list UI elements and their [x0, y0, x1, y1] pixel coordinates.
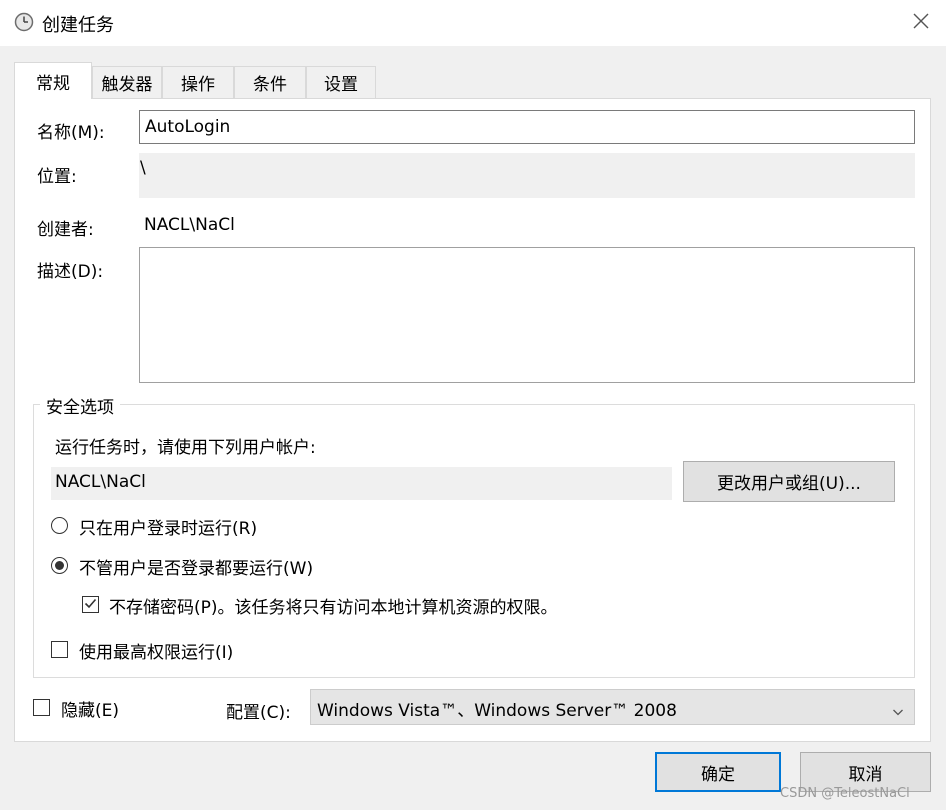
radio-whether-option[interactable]: 不管用户是否登录都要运行(W) [51, 556, 351, 579]
user-account-value: NACL\NaCl [55, 472, 146, 492]
tab-label: 操作 [181, 75, 215, 95]
radio-whether-label: 不管用户是否登录都要运行(W) [79, 559, 314, 579]
tab-settings[interactable]: 设置 [306, 66, 376, 98]
description-textarea[interactable] [139, 247, 915, 383]
no-store-password-label: 不存储密码(P)。该任务将只有访问本地计算机资源的权限。 [109, 598, 558, 618]
change-user-button-label: 更改用户或组(U)... [717, 474, 861, 494]
tab-label: 条件 [253, 75, 287, 95]
tab-label: 常规 [36, 73, 70, 94]
close-icon [913, 13, 929, 34]
radio-whether[interactable] [51, 557, 68, 574]
configure-select-value: Windows Vista™、Windows Server™ 2008 [317, 701, 677, 721]
watermark-text: CSDN @TeleostNaCl [780, 786, 910, 801]
tab-label: 设置 [324, 75, 358, 95]
name-input-value: AutoLogin [145, 117, 231, 137]
description-label: 描述(D): [37, 262, 104, 282]
tab-actions[interactable]: 操作 [162, 66, 234, 98]
window-title: 创建任务 [42, 15, 114, 36]
radio-logged-on-option[interactable]: 只在用户登录时运行(R) [51, 516, 331, 539]
ok-button-label: 确定 [701, 764, 735, 785]
checkmark-icon [84, 595, 97, 615]
cancel-button-label: 取消 [848, 764, 883, 785]
security-group-title: 安全选项 [40, 393, 120, 418]
highest-privileges-option[interactable]: 使用最高权限运行(I) [51, 640, 311, 663]
location-label: 位置: [37, 167, 77, 187]
chevron-down-icon [892, 702, 904, 722]
radio-selected-dot [55, 561, 64, 570]
hidden-checkbox[interactable] [33, 699, 50, 716]
name-input[interactable]: AutoLogin [139, 110, 915, 144]
title-bar: 创建任务 [0, 0, 946, 46]
location-field: \ [139, 153, 915, 198]
tab-label: 触发器 [101, 75, 153, 95]
configure-select[interactable]: Windows Vista™、Windows Server™ 2008 [310, 689, 915, 725]
radio-logged-on[interactable] [51, 517, 68, 534]
highest-privileges-label: 使用最高权限运行(I) [79, 643, 234, 663]
radio-logged-on-label: 只在用户登录时运行(R) [79, 519, 258, 539]
user-account-field: NACL\NaCl [51, 467, 672, 500]
author-label: 创建者: [37, 220, 94, 240]
configure-label: 配置(C): [226, 703, 291, 723]
run-as-prompt: 运行任务时，请使用下列用户帐户: [55, 438, 316, 458]
hidden-label: 隐藏(E) [61, 701, 120, 721]
change-user-button[interactable]: 更改用户或组(U)... [683, 461, 895, 502]
author-value: NACL\NaCl [144, 215, 235, 235]
name-label: 名称(M): [37, 123, 105, 143]
tab-conditions[interactable]: 条件 [234, 66, 306, 98]
no-store-password-checkbox[interactable] [82, 596, 99, 613]
tab-general[interactable]: 常规 [14, 62, 92, 99]
hidden-option[interactable]: 隐藏(E) [33, 698, 143, 721]
no-store-password-option[interactable]: 不存储密码(P)。该任务将只有访问本地计算机资源的权限。 [82, 595, 602, 618]
ok-button[interactable]: 确定 [655, 752, 781, 792]
highest-privileges-checkbox[interactable] [51, 641, 68, 658]
tab-triggers[interactable]: 触发器 [92, 66, 162, 98]
clock-icon [14, 12, 34, 32]
close-button[interactable] [896, 0, 946, 46]
location-value: \ [140, 158, 146, 178]
